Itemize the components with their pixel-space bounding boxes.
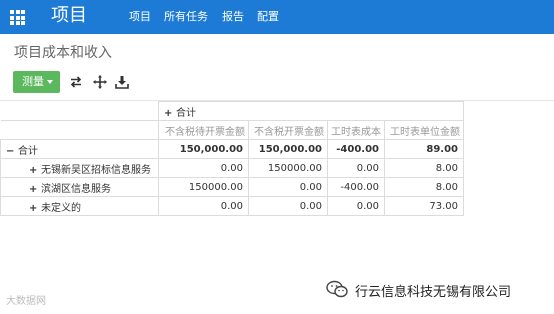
measure-header[interactable]: 工时表单位金额	[384, 120, 464, 140]
pivot-total-row: − 合计 150,000.00 150,000.00 -400.00 89.00	[0, 139, 464, 159]
measure-header[interactable]: 工时表成本	[327, 120, 385, 140]
measure-header[interactable]: 不含税待开票金额	[158, 120, 249, 140]
pivot-cell: 150000.00	[248, 158, 328, 178]
measures-dropdown-button[interactable]: 测量	[13, 71, 60, 93]
apps-menu-icon[interactable]	[10, 10, 25, 25]
pivot-row: + 滨湖区信息服务 150000.00 0.00 -400.00 8.00	[0, 177, 464, 197]
measures-label: 测量	[22, 75, 44, 88]
swap-axis-icon[interactable]	[69, 75, 83, 89]
pivot-cell: -400.00	[327, 139, 385, 159]
watermark-right: 行云信息科技无锡有限公司	[355, 285, 512, 300]
nav-item-all-tasks[interactable]: 所有任务	[164, 10, 208, 24]
pivot-cell: 150,000.00	[248, 139, 328, 159]
plus-icon: +	[29, 202, 38, 214]
wechat-logo-icon	[326, 280, 348, 298]
plus-icon: +	[164, 107, 173, 119]
pivot-cell: 0.00	[327, 158, 385, 178]
minus-icon: −	[6, 145, 15, 157]
page-title: 项目成本和收入	[14, 45, 112, 61]
pivot-col-header-total[interactable]: + 合计	[158, 101, 464, 121]
pivot-cell: 89.00	[384, 139, 464, 159]
pivot-row: + 未定义的 0.00 0.00 0.00 73.00	[0, 196, 464, 216]
watermark-left: 大数据网	[6, 296, 46, 307]
pivot-cell: 73.00	[384, 196, 464, 216]
pivot-cell: 0.00	[158, 196, 249, 216]
pivot-row-header-total[interactable]: − 合计	[0, 139, 159, 159]
pivot-cell: 150,000.00	[158, 139, 249, 159]
pivot-cell: 0.00	[327, 196, 385, 216]
top-navbar: 项目 项目 所有任务 报告 配置	[0, 0, 554, 34]
measure-header[interactable]: 不含税开票金额	[248, 120, 328, 140]
pivot-cell: 8.00	[384, 158, 464, 178]
nav-item-projects[interactable]: 项目	[129, 10, 151, 24]
pivot-cell: 150000.00	[158, 177, 249, 197]
pivot-row-header[interactable]: + 未定义的	[0, 196, 159, 216]
nav-item-reports[interactable]: 报告	[222, 10, 244, 24]
plus-icon: +	[29, 164, 38, 176]
caret-down-icon	[47, 80, 53, 84]
app-title: 项目	[51, 5, 87, 26]
pivot-cell: -400.00	[327, 177, 385, 197]
pivot-cell: 0.00	[158, 158, 249, 178]
pivot-row-header[interactable]: + 滨湖区信息服务	[0, 177, 159, 197]
pivot-row: + 无锡新吴区招标信息服务 0.00 150000.00 0.00 8.00	[0, 158, 464, 178]
pivot-cell: 8.00	[384, 177, 464, 197]
expand-all-icon[interactable]	[93, 75, 107, 89]
pivot-cell: 0.00	[248, 196, 328, 216]
download-icon[interactable]	[115, 75, 129, 89]
pivot-row-header[interactable]: + 无锡新吴区招标信息服务	[0, 158, 159, 178]
pivot-table: + 合计 不含税待开票金额 不含税开票金额 工时表成本 工时表单位金额 − 合计 1…	[0, 101, 464, 216]
nav-item-config[interactable]: 配置	[257, 10, 279, 24]
plus-icon: +	[29, 183, 38, 195]
pivot-cell: 0.00	[248, 177, 328, 197]
